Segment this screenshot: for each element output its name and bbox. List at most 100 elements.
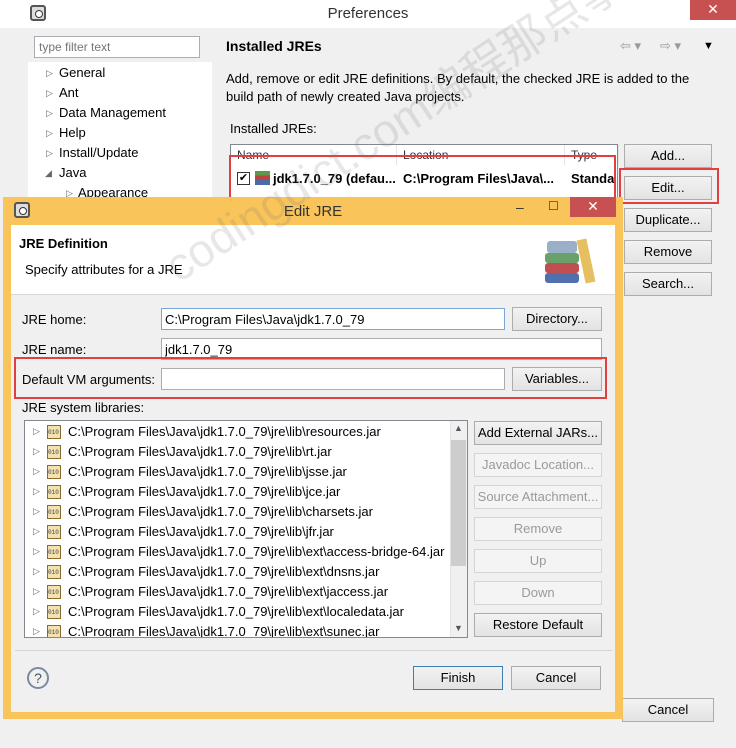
list-item[interactable]: ▷C:\Program Files\Java\jdk1.7.0_79\jre\l… (25, 582, 455, 602)
list-item[interactable]: ▷C:\Program Files\Java\jdk1.7.0_79\jre\l… (25, 442, 455, 462)
tree-item-data-management[interactable]: Data Management (59, 105, 166, 120)
jar-icon (47, 565, 61, 579)
expand-arrow-icon[interactable]: ▷ (33, 486, 40, 497)
dialog-header-subtitle: Specify attributes for a JRE (25, 262, 183, 277)
column-header-type[interactable]: Type (565, 145, 619, 165)
jar-icon (47, 545, 61, 559)
page-title: Installed JREs (226, 38, 322, 54)
back-arrow-icon[interactable]: ⇦ ▾ (620, 38, 641, 54)
jar-icon (47, 445, 61, 459)
add-button[interactable]: Add... (624, 144, 712, 168)
expand-arrow-icon[interactable]: ▷ (46, 128, 53, 139)
system-libraries-list[interactable]: ▷C:\Program Files\Java\jdk1.7.0_79\jre\l… (24, 420, 468, 638)
add-external-jars-button[interactable]: Add External JARs... (474, 421, 602, 445)
jar-icon (47, 585, 61, 599)
jar-icon (47, 625, 61, 637)
dialog-title-bar: Edit JRE (3, 197, 623, 225)
view-menu-icon[interactable]: ▼ (703, 40, 714, 52)
jar-icon (47, 605, 61, 619)
system-libraries-label: JRE system libraries: (22, 400, 145, 415)
tree-item-general[interactable]: General (59, 65, 105, 80)
scroll-up-icon[interactable]: ▲ (454, 423, 463, 433)
expand-arrow-icon[interactable]: ▷ (33, 466, 40, 477)
tree-item-java[interactable]: Java (59, 165, 86, 180)
duplicate-button[interactable]: Duplicate... (624, 208, 712, 232)
edit-button[interactable]: Edit... (624, 176, 712, 200)
expand-arrow-icon[interactable]: ▷ (46, 148, 53, 159)
expand-arrow-icon[interactable]: ▷ (33, 446, 40, 457)
list-item[interactable]: ▷C:\Program Files\Java\jdk1.7.0_79\jre\l… (25, 522, 455, 542)
jar-icon (47, 485, 61, 499)
jre-home-label: JRE home: (22, 312, 87, 327)
dialog-title: Edit JRE (283, 203, 343, 220)
list-item[interactable]: ▷C:\Program Files\Java\jdk1.7.0_79\jre\l… (25, 462, 455, 482)
scrollbar-thumb[interactable] (451, 440, 466, 566)
list-item[interactable]: ▷C:\Program Files\Java\jdk1.7.0_79\jre\l… (25, 422, 455, 442)
variables-button[interactable]: Variables... (512, 367, 602, 391)
list-item[interactable]: ▷C:\Program Files\Java\jdk1.7.0_79\jre\l… (25, 482, 455, 502)
jre-row-type[interactable]: Standa (571, 171, 614, 186)
minimize-button[interactable]: – (516, 199, 524, 215)
column-header-name[interactable]: Name (231, 145, 397, 165)
dialog-cancel-button[interactable]: Cancel (511, 666, 601, 690)
expand-arrow-icon[interactable]: ▷ (46, 88, 53, 99)
forward-arrow-icon[interactable]: ⇨ ▾ (660, 38, 681, 54)
list-item[interactable]: ▷C:\Program Files\Java\jdk1.7.0_79\jre\l… (25, 562, 455, 582)
list-item[interactable]: ▷C:\Program Files\Java\jdk1.7.0_79\jre\l… (25, 602, 455, 622)
expand-arrow-icon[interactable]: ▷ (33, 586, 40, 597)
filter-input[interactable] (34, 36, 200, 58)
help-icon[interactable]: ? (27, 667, 49, 689)
list-item[interactable]: ▷C:\Program Files\Java\jdk1.7.0_79\jre\l… (25, 502, 455, 522)
expand-arrow-icon[interactable]: ▷ (33, 526, 40, 537)
dialog-close-button[interactable]: ✕ (570, 197, 616, 217)
jar-icon (47, 425, 61, 439)
collapse-arrow-icon[interactable]: ◢ (45, 168, 52, 179)
jre-books-icon (543, 233, 599, 287)
preferences-cancel-button[interactable]: Cancel (622, 698, 714, 722)
maximize-button[interactable]: ☐ (548, 199, 559, 213)
jar-icon (47, 505, 61, 519)
javadoc-location-button[interactable]: Javadoc Location... (474, 453, 602, 477)
finish-button[interactable]: Finish (413, 666, 503, 690)
jre-home-field[interactable] (161, 308, 505, 330)
search-button[interactable]: Search... (624, 272, 712, 296)
expand-arrow-icon[interactable]: ▷ (33, 506, 40, 517)
jre-name-label: JRE name: (22, 342, 87, 357)
down-button[interactable]: Down (474, 581, 602, 605)
expand-arrow-icon[interactable]: ▷ (33, 426, 40, 437)
page-description: Add, remove or edit JRE definitions. By … (226, 71, 690, 104)
dialog-header-title: JRE Definition (19, 236, 108, 251)
remove-button[interactable]: Remove (624, 240, 712, 264)
jre-row-name[interactable]: jdk1.7.0_79 (defau... (273, 171, 396, 186)
preferences-close-button[interactable]: ✕ (690, 0, 736, 20)
tree-item-help[interactable]: Help (59, 125, 86, 140)
jre-row-location[interactable]: C:\Program Files\Java\... (403, 171, 554, 186)
expand-arrow-icon[interactable]: ▷ (33, 626, 40, 637)
tree-item-install-update[interactable]: Install/Update (59, 145, 139, 160)
list-item[interactable]: ▷C:\Program Files\Java\jdk1.7.0_79\jre\l… (25, 542, 455, 562)
dialog-divider (15, 650, 612, 651)
jre-name-field[interactable] (161, 338, 602, 360)
preferences-title-bar: Preferences (0, 0, 736, 28)
tree-item-ant[interactable]: Ant (59, 85, 79, 100)
expand-arrow-icon[interactable]: ▷ (33, 546, 40, 557)
expand-arrow-icon[interactable]: ▷ (46, 68, 53, 79)
scroll-down-icon[interactable]: ▼ (454, 623, 463, 633)
column-header-location[interactable]: Location (397, 145, 565, 165)
jar-icon (47, 525, 61, 539)
list-item[interactable]: ▷C:\Program Files\Java\jdk1.7.0_79\jre\l… (25, 622, 455, 637)
jar-icon (47, 465, 61, 479)
source-attachment-button[interactable]: Source Attachment... (474, 485, 602, 509)
vm-arguments-label: Default VM arguments: (22, 372, 155, 387)
remove-library-button[interactable]: Remove (474, 517, 602, 541)
restore-default-button[interactable]: Restore Default (474, 613, 602, 637)
expand-arrow-icon[interactable]: ▷ (33, 606, 40, 617)
installed-jres-label: Installed JREs: (230, 121, 317, 136)
jre-checkbox[interactable]: ✔ (237, 172, 250, 185)
up-button[interactable]: Up (474, 549, 602, 573)
expand-arrow-icon[interactable]: ▷ (33, 566, 40, 577)
expand-arrow-icon[interactable]: ▷ (46, 108, 53, 119)
vm-arguments-field[interactable] (161, 368, 505, 390)
jre-library-icon (255, 171, 270, 185)
directory-button[interactable]: Directory... (512, 307, 602, 331)
